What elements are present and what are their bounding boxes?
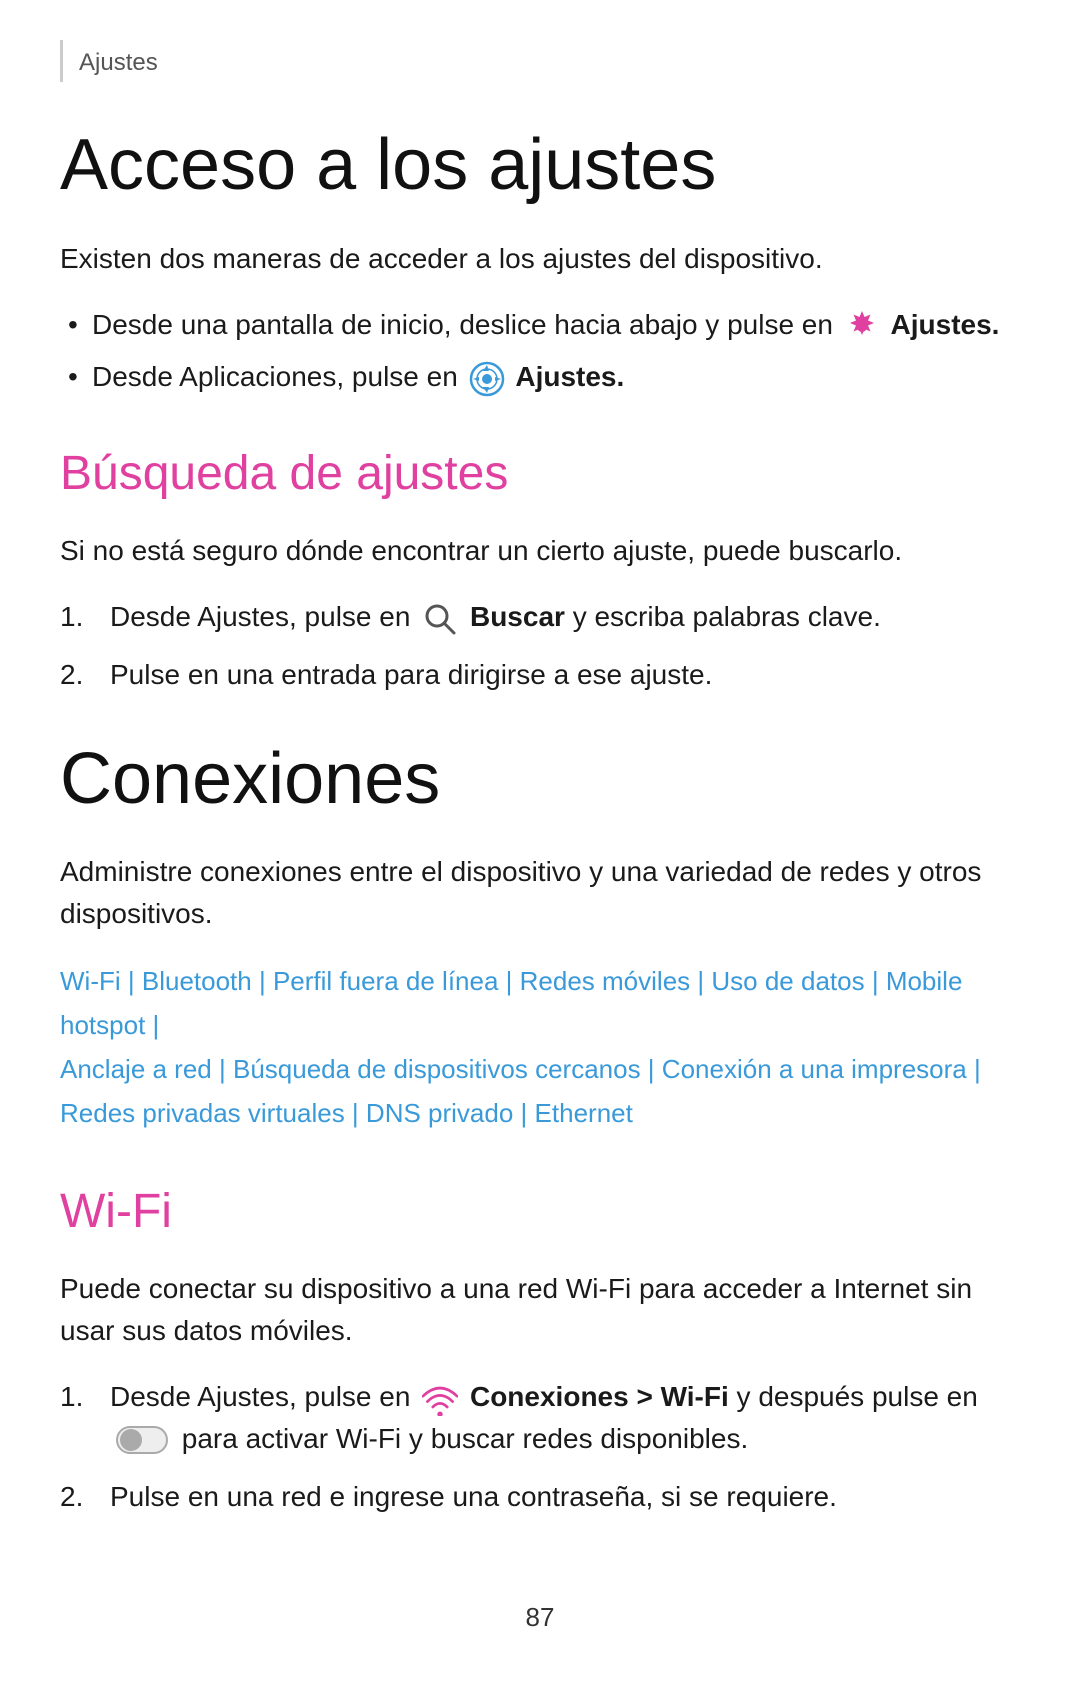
link-busqueda-dispositivos[interactable]: Búsqueda de dispositivos cercanos — [233, 1054, 641, 1084]
list-number: 2. — [60, 1476, 83, 1518]
separator: | — [513, 1098, 527, 1128]
ajustes-label-1: Ajustes. — [891, 309, 1000, 340]
list-number: 1. — [60, 596, 83, 638]
list-item: 1. Desde Ajustes, pulse en Conexiones > … — [60, 1376, 1020, 1460]
separator: | — [865, 966, 879, 996]
separator: | — [252, 966, 266, 996]
acceso-section: Acceso a los ajustes Existen dos maneras… — [60, 122, 1020, 696]
busqueda-steps: 1. Desde Ajustes, pulse en Buscar y escr… — [60, 596, 1020, 696]
list-item: Desde Aplicaciones, pulse en Ajustes. — [60, 356, 1020, 398]
acceso-title: Acceso a los ajustes — [60, 122, 1020, 208]
separator: | — [967, 1054, 981, 1084]
separator: | — [121, 966, 135, 996]
link-uso-datos[interactable]: Uso de datos — [711, 966, 864, 996]
link-bluetooth[interactable]: Bluetooth — [142, 966, 252, 996]
conexiones-intro: Administre conexiones entre el dispositi… — [60, 851, 1020, 935]
link-conexion-impresora[interactable]: Conexión a una impresora — [662, 1054, 967, 1084]
page-footer: 87 — [60, 1598, 1020, 1637]
wifi-intro: Puede conectar su dispositivo a una red … — [60, 1268, 1020, 1352]
link-dns[interactable]: DNS privado — [366, 1098, 513, 1128]
conexiones-label: Conexiones > Wi-Fi — [470, 1381, 729, 1412]
toggle-icon — [116, 1426, 168, 1454]
link-anclaje[interactable]: Anclaje a red — [60, 1054, 212, 1084]
link-redes-moviles[interactable]: Redes móviles — [520, 966, 691, 996]
link-redes-privadas[interactable]: Redes privadas virtuales — [60, 1098, 345, 1128]
link-wifi[interactable]: Wi-Fi — [60, 966, 121, 996]
list-item: 2. Pulse en una red e ingrese una contra… — [60, 1476, 1020, 1518]
page-number: 87 — [526, 1602, 555, 1632]
conexiones-section: Conexiones Administre conexiones entre e… — [60, 736, 1020, 1517]
link-ethernet[interactable]: Ethernet — [535, 1098, 633, 1128]
conexiones-title: Conexiones — [60, 736, 1020, 822]
breadcrumb-text: Ajustes — [79, 49, 158, 76]
busqueda-title: Búsqueda de ajustes — [60, 438, 1020, 510]
list-item: 2. Pulse en una entrada para dirigirse a… — [60, 654, 1020, 696]
list-number: 2. — [60, 654, 83, 696]
list-item: Desde una pantalla de inicio, deslice ha… — [60, 304, 1020, 346]
breadcrumb: Ajustes — [60, 40, 1020, 82]
acceso-intro: Existen dos maneras de acceder a los aju… — [60, 238, 1020, 280]
acceso-bullet-list: Desde una pantalla de inicio, deslice ha… — [60, 304, 1020, 398]
list-item: 1. Desde Ajustes, pulse en Buscar y escr… — [60, 596, 1020, 638]
conexiones-links: Wi-Fi | Bluetooth | Perfil fuera de líne… — [60, 959, 1020, 1136]
ajustes-label-2: Ajustes. — [515, 361, 624, 392]
search-icon — [422, 601, 458, 637]
separator: | — [212, 1054, 226, 1084]
gear-icon — [844, 309, 880, 345]
separator: | — [345, 1098, 359, 1128]
separator: | — [690, 966, 704, 996]
separator: | — [641, 1054, 655, 1084]
wifi-title: Wi-Fi — [60, 1176, 1020, 1248]
link-perfil[interactable]: Perfil fuera de línea — [273, 966, 498, 996]
separator: | — [498, 966, 512, 996]
connections-icon — [422, 1380, 458, 1416]
separator: | — [145, 1010, 159, 1040]
gear2-icon — [469, 361, 505, 397]
busqueda-intro: Si no está seguro dónde encontrar un cie… — [60, 530, 1020, 572]
buscar-label: Buscar — [470, 601, 565, 632]
